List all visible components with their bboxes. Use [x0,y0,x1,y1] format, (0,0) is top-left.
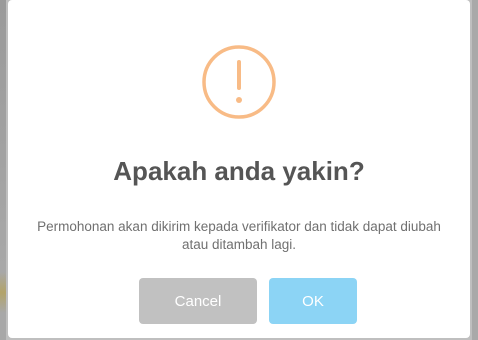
background-page-edge-left [0,0,6,340]
confirmation-dialog: Apakah anda yakin? Permohonan akan dikir… [8,0,470,338]
cancel-button[interactable]: Cancel [139,278,257,324]
warning-exclamation-icon [201,44,277,120]
background-page-edge-right [472,0,478,340]
dialog-message: Permohonan akan dikirim kepada verifikat… [37,219,441,252]
dialog-title: Apakah anda yakin? [113,156,365,186]
ok-button[interactable]: OK [269,278,357,324]
